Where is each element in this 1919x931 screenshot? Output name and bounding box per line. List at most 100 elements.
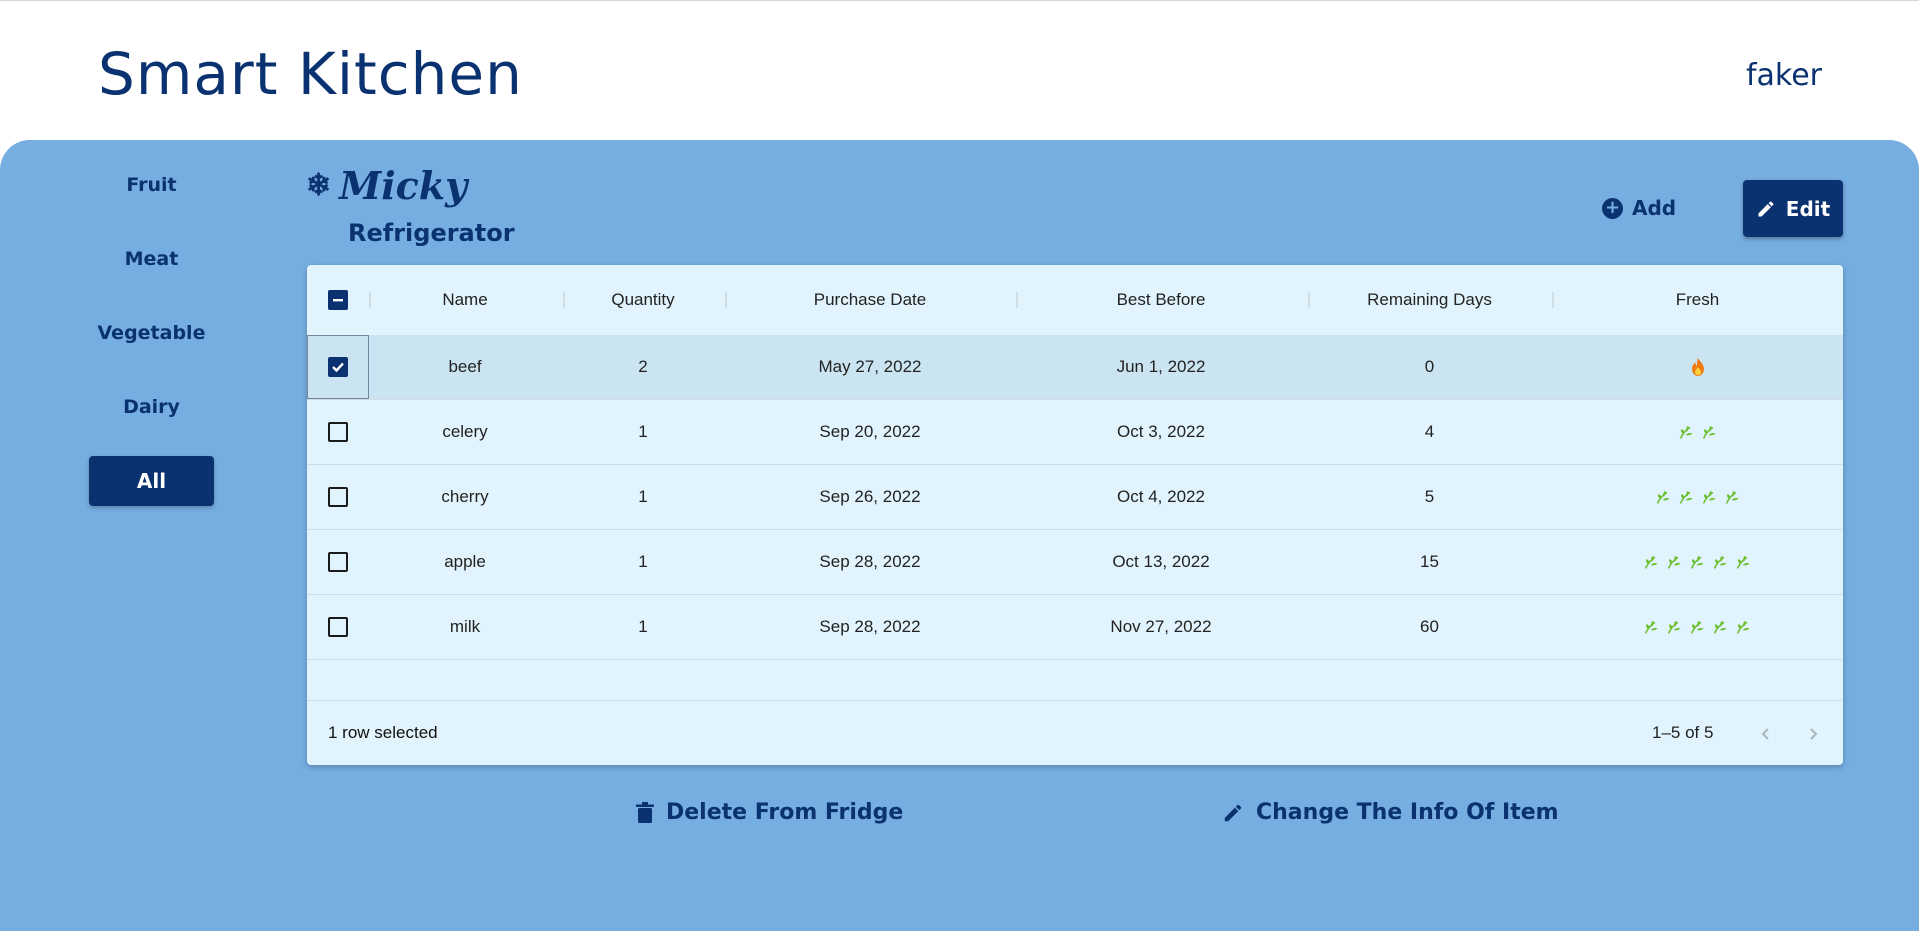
trash-icon: [636, 801, 654, 823]
leaf-icon: [1735, 619, 1752, 636]
category-vegetable[interactable]: Vegetable: [89, 308, 214, 358]
fridge-type: Refrigerator: [348, 219, 515, 247]
cell-fresh[interactable]: [1552, 595, 1843, 659]
cell-quantity[interactable]: 2: [563, 335, 723, 399]
change-button-label: Change The Info Of Item: [1256, 800, 1559, 825]
chevron-right-icon: [1810, 728, 1818, 740]
edit-button[interactable]: Edit: [1743, 180, 1843, 237]
fridge-name: ❄ Micky: [306, 163, 467, 208]
cell-purchase-date[interactable]: May 27, 2022: [725, 335, 1015, 399]
cell-quantity[interactable]: 1: [563, 530, 723, 594]
leaf-icon: [1689, 619, 1706, 636]
select-all-checkbox[interactable]: [328, 290, 348, 310]
table-header: Name Quantity Purchase Date Best Before …: [307, 265, 1843, 336]
cell-name[interactable]: apple: [369, 530, 561, 594]
cell-remaining-days[interactable]: 4: [1308, 400, 1551, 464]
cell-remaining-days[interactable]: 60: [1308, 595, 1551, 659]
fire-icon: [1691, 358, 1705, 376]
leaf-icon: [1678, 424, 1695, 441]
row-checkbox[interactable]: [328, 357, 348, 377]
cell-name[interactable]: cherry: [369, 465, 561, 529]
cell-fresh[interactable]: [1552, 335, 1843, 399]
select-all-cell: [307, 265, 369, 335]
leaf-icon: [1643, 619, 1660, 636]
row-checkbox[interactable]: [328, 552, 348, 572]
leaf-icon: [1678, 489, 1695, 506]
items-table: Name Quantity Purchase Date Best Before …: [307, 265, 1843, 765]
next-page-button[interactable]: [1798, 719, 1828, 749]
leaf-icon: [1712, 619, 1729, 636]
row-checkbox[interactable]: [328, 487, 348, 507]
table-row[interactable]: celery 1 Sep 20, 2022 Oct 3, 2022 4: [307, 400, 1843, 465]
row-checkbox[interactable]: [328, 617, 348, 637]
cell-name[interactable]: milk: [369, 595, 561, 659]
cell-quantity[interactable]: 1: [563, 400, 723, 464]
cell-fresh[interactable]: [1552, 530, 1843, 594]
add-button[interactable]: + Add: [1602, 193, 1676, 223]
column-header-purchase-date[interactable]: Purchase Date: [725, 265, 1015, 335]
cell-quantity[interactable]: 1: [563, 595, 723, 659]
pencil-icon: [1224, 804, 1242, 821]
cell-purchase-date[interactable]: Sep 20, 2022: [725, 400, 1015, 464]
cell-purchase-date[interactable]: Sep 26, 2022: [725, 465, 1015, 529]
row-checkbox-cell: [307, 400, 369, 464]
leaf-icon: [1735, 554, 1752, 571]
pagination-text: 1–5 of 5: [1652, 723, 1714, 742]
table-row[interactable]: beef 2 May 27, 2022 Jun 1, 2022 0: [307, 335, 1843, 400]
cell-fresh[interactable]: [1552, 400, 1843, 464]
pencil-icon: [1758, 200, 1774, 216]
cell-fresh[interactable]: [1552, 465, 1843, 529]
delete-from-fridge-button[interactable]: Delete From Fridge: [636, 800, 903, 825]
check-icon: [332, 362, 344, 373]
leaf-icon: [1701, 424, 1718, 441]
column-header-best-before[interactable]: Best Before: [1016, 265, 1306, 335]
add-button-label: Add: [1632, 196, 1677, 220]
leaf-icon: [1666, 554, 1683, 571]
column-header-remaining-days[interactable]: Remaining Days: [1308, 265, 1551, 335]
cell-best-before[interactable]: Oct 13, 2022: [1016, 530, 1306, 594]
column-header-quantity[interactable]: Quantity: [563, 265, 723, 335]
leaf-icon: [1712, 554, 1729, 571]
table-row[interactable]: milk 1 Sep 28, 2022 Nov 27, 2022 60: [307, 595, 1843, 660]
minus-icon: [333, 299, 343, 302]
cell-purchase-date[interactable]: Sep 28, 2022: [725, 530, 1015, 594]
cell-best-before[interactable]: Nov 27, 2022: [1016, 595, 1306, 659]
cell-quantity[interactable]: 1: [563, 465, 723, 529]
app-title: Smart Kitchen: [98, 40, 523, 108]
leaf-icon: [1655, 489, 1672, 506]
cell-best-before[interactable]: Jun 1, 2022: [1016, 335, 1306, 399]
category-nav: Fruit Meat Vegetable Dairy All: [89, 160, 214, 530]
category-fruit[interactable]: Fruit: [89, 160, 214, 210]
edit-button-label: Edit: [1785, 196, 1831, 221]
category-dairy[interactable]: Dairy: [89, 382, 214, 432]
leaf-icon: [1643, 554, 1660, 571]
cell-name[interactable]: celery: [369, 400, 561, 464]
top-border: [0, 0, 1919, 1]
row-checkbox[interactable]: [328, 422, 348, 442]
change-item-info-button[interactable]: Change The Info Of Item: [1222, 800, 1559, 825]
row-checkbox-cell: [307, 530, 369, 594]
cell-remaining-days[interactable]: 0: [1308, 335, 1551, 399]
cell-best-before[interactable]: Oct 3, 2022: [1016, 400, 1306, 464]
leaf-icon: [1689, 554, 1706, 571]
table-row[interactable]: cherry 1 Sep 26, 2022 Oct 4, 2022 5: [307, 465, 1843, 530]
fridge-name-text: Micky: [339, 163, 468, 208]
snowflake-icon: ❄: [306, 168, 332, 203]
category-all[interactable]: All: [89, 456, 214, 506]
row-checkbox-cell: [307, 465, 369, 529]
category-meat[interactable]: Meat: [89, 234, 214, 284]
cell-remaining-days[interactable]: 15: [1308, 530, 1551, 594]
leaf-icon: [1701, 489, 1718, 506]
selected-count: 1 row selected: [328, 723, 438, 742]
user-name[interactable]: faker: [1746, 58, 1822, 93]
chevron-left-icon: [1761, 728, 1769, 740]
cell-name[interactable]: beef: [369, 335, 561, 399]
column-header-name[interactable]: Name: [369, 265, 561, 335]
delete-button-label: Delete From Fridge: [666, 800, 904, 825]
cell-purchase-date[interactable]: Sep 28, 2022: [725, 595, 1015, 659]
previous-page-button[interactable]: [1751, 719, 1781, 749]
column-header-fresh[interactable]: Fresh: [1552, 265, 1843, 335]
cell-best-before[interactable]: Oct 4, 2022: [1016, 465, 1306, 529]
table-row[interactable]: apple 1 Sep 28, 2022 Oct 13, 2022 15: [307, 530, 1843, 595]
cell-remaining-days[interactable]: 5: [1308, 465, 1551, 529]
